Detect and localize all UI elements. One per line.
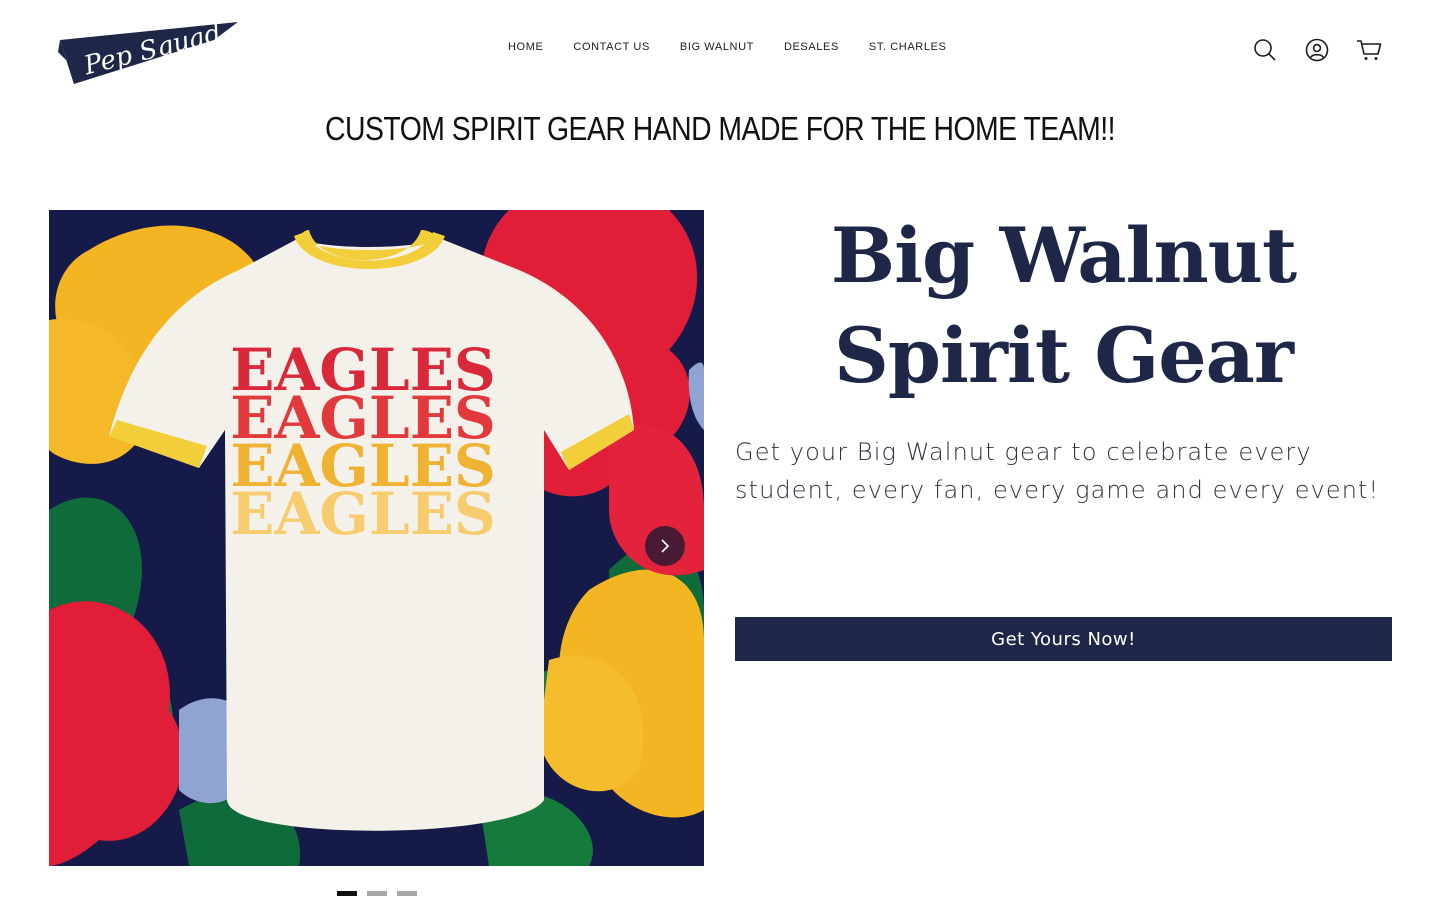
main-nav: HOME CONTACT US BIG WALNUT DESALES ST. C…: [508, 41, 976, 53]
slider-dot-3[interactable]: [397, 891, 417, 896]
nav-big-walnut[interactable]: BIG WALNUT: [680, 41, 754, 53]
hero-title: Big Walnut Spirit Gear: [830, 211, 1297, 400]
get-yours-now-button[interactable]: Get Yours Now!: [735, 617, 1392, 661]
site-header: Pep Squad HOME CONTACT US BIG WALNUT DES…: [0, 0, 1440, 100]
slider-dot-2[interactable]: [367, 891, 387, 896]
chevron-right-icon: [661, 539, 670, 553]
announcement-bar: CUSTOM SPIRIT GEAR HAND MADE FOR THE HOM…: [325, 110, 1115, 147]
account-icon[interactable]: [1304, 36, 1330, 64]
pep-squad-logo[interactable]: Pep Squad: [58, 18, 242, 86]
slider-next-arrow[interactable]: [645, 526, 685, 566]
header-icons: [1252, 36, 1382, 64]
nav-st-charles[interactable]: ST. CHARLES: [869, 41, 947, 53]
nav-home[interactable]: HOME: [508, 41, 543, 53]
cart-icon[interactable]: [1356, 36, 1382, 64]
nav-desales[interactable]: DESALES: [784, 41, 839, 53]
hero-description: Get your Big Walnut gear to celebrate ev…: [735, 438, 1380, 504]
search-icon[interactable]: [1252, 36, 1278, 64]
shirt-text-line-4: EAGLES: [230, 480, 496, 548]
nav-contact-us[interactable]: CONTACT US: [573, 41, 650, 53]
hero-slide-image[interactable]: EAGLES EAGLES EAGLES EAGLES: [49, 210, 704, 866]
slider-dots: [337, 891, 417, 896]
slider-dot-1[interactable]: [337, 891, 357, 896]
shirt-graphic: EAGLES EAGLES EAGLES EAGLES: [230, 336, 496, 548]
logo-text: Pep Squad: [80, 18, 224, 81]
